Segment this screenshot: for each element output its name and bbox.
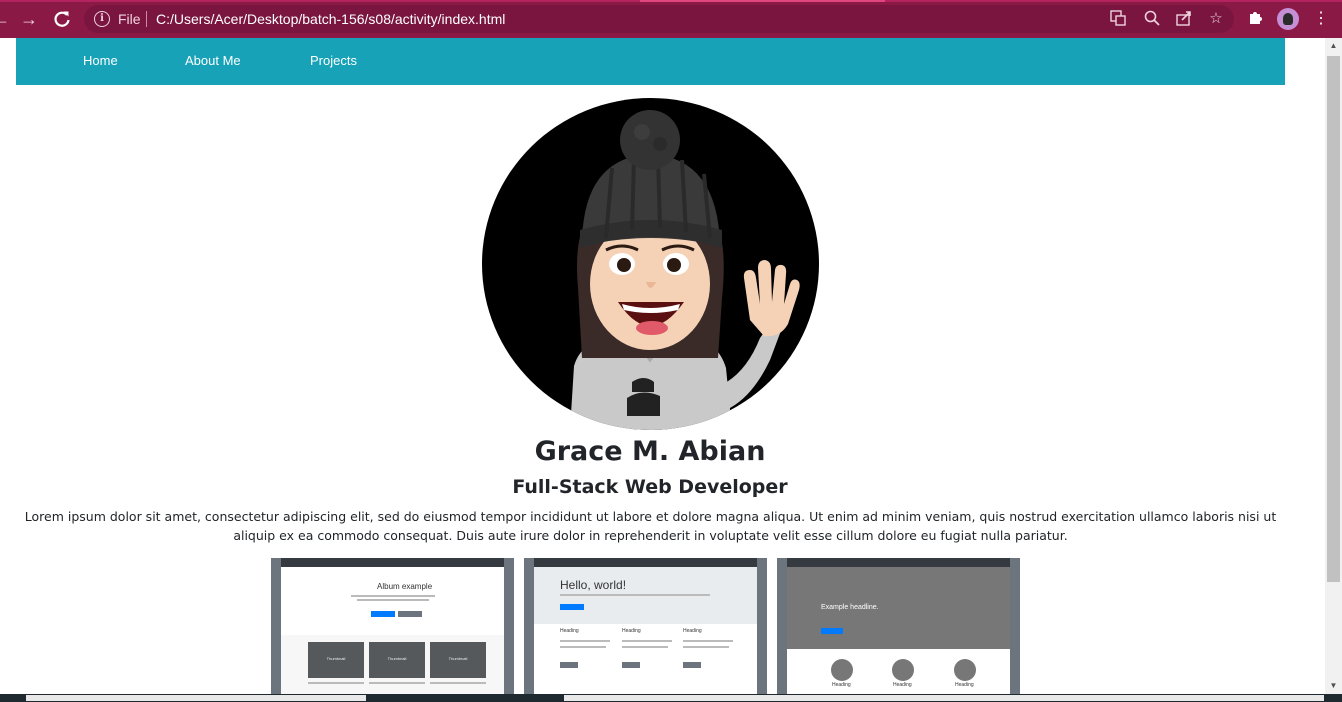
thumb-card: Thumbnail	[308, 642, 364, 678]
thumb-column-heading: Heading	[683, 628, 702, 634]
thumb-card: Thumbnail	[369, 642, 425, 678]
thumb-column-heading: Heading	[560, 628, 579, 634]
back-icon[interactable]: ←	[0, 8, 12, 30]
extensions-icon[interactable]	[1245, 8, 1267, 30]
scroll-up-icon[interactable]: ▲	[1327, 40, 1340, 52]
site-navbar: Home About Me Projects	[16, 38, 1285, 85]
thumb-heading: Example headline.	[821, 604, 879, 611]
thumb-text-line	[560, 646, 606, 648]
project-thumbnail-jumbotron[interactable]: Hello, world! Heading Heading Heading	[524, 558, 767, 695]
profile-photo	[482, 98, 819, 430]
profile-name: Grace M. Abian	[534, 436, 766, 467]
thumb-button	[398, 611, 422, 617]
thumb-navbar	[281, 558, 504, 567]
thumb-button	[560, 604, 584, 610]
nav-link-about-me[interactable]: About Me	[185, 53, 241, 68]
forward-icon[interactable]: →	[18, 8, 40, 30]
thumb-text-line	[683, 640, 733, 642]
profile-bio: Lorem ipsum dolor sit amet, consectetur …	[24, 509, 1277, 543]
translate-icon[interactable]	[1108, 9, 1128, 29]
thumb-text-line	[369, 682, 425, 684]
profile-title: Full-Stack Web Developer	[512, 476, 788, 498]
thumb-text-line	[683, 646, 729, 648]
info-icon[interactable]: i	[94, 11, 110, 27]
thumb-text-line	[308, 682, 364, 684]
profile-avatar-icon[interactable]	[1277, 8, 1299, 30]
project-thumbnail-carousel[interactable]: Example headline. Heading Heading Headin…	[777, 558, 1020, 695]
thumb-text-line	[430, 682, 486, 684]
scrollbar-thumb[interactable]	[1327, 56, 1340, 582]
project-thumbnail-album[interactable]: Album example Thumbnail Thumbnail Thumbn…	[271, 558, 514, 695]
active-tab-indicator	[640, 0, 885, 2]
thumb-column-heading: Heading	[832, 682, 851, 688]
zoom-icon[interactable]	[1142, 9, 1162, 29]
thumb-text-line	[622, 646, 668, 648]
star-icon[interactable]: ☆	[1206, 9, 1226, 29]
taskbar-segment	[26, 695, 366, 701]
nav-link-home[interactable]: Home	[83, 53, 118, 68]
file-label: File	[118, 11, 141, 27]
thumb-text-line	[622, 640, 672, 642]
share-icon[interactable]	[1174, 9, 1194, 29]
thumb-circle-image	[892, 659, 914, 681]
thumb-button	[821, 628, 843, 634]
thumb-text-line	[560, 594, 710, 596]
thumb-column-heading: Heading	[622, 628, 641, 634]
thumb-circle-image	[831, 659, 853, 681]
os-taskbar	[0, 694, 1342, 702]
url-text[interactable]: C:/Users/Acer/Desktop/batch-156/s08/acti…	[156, 11, 505, 27]
thumb-button	[683, 662, 701, 668]
reload-icon[interactable]	[51, 8, 73, 30]
thumb-button	[560, 662, 578, 668]
thumb-navbar	[787, 558, 1010, 567]
thumb-heading: Album example	[377, 582, 433, 591]
thumb-navbar	[534, 558, 757, 567]
address-separator	[146, 11, 147, 27]
scroll-down-icon[interactable]: ▼	[1327, 680, 1340, 692]
taskbar-segment	[564, 695, 1324, 701]
thumb-column-heading: Heading	[955, 682, 974, 688]
address-bar[interactable]: i File C:/Users/Acer/Desktop/batch-156/s…	[84, 5, 1234, 33]
thumb-text-line	[560, 640, 610, 642]
nav-link-projects[interactable]: Projects	[310, 53, 357, 68]
thumb-heading: Hello, world!	[560, 578, 627, 592]
thumb-circle-image	[954, 659, 976, 681]
thumb-card: Thumbnail	[430, 642, 486, 678]
thumb-column-heading: Heading	[893, 682, 912, 688]
browser-toolbar: ← → i File C:/Users/Acer/Desktop/batch-1…	[0, 0, 1342, 38]
thumb-button	[371, 611, 395, 617]
menu-icon[interactable]: ⋮	[1310, 8, 1332, 30]
thumb-text-line	[357, 599, 429, 601]
thumb-text-line	[351, 595, 435, 597]
thumb-button	[622, 662, 640, 668]
